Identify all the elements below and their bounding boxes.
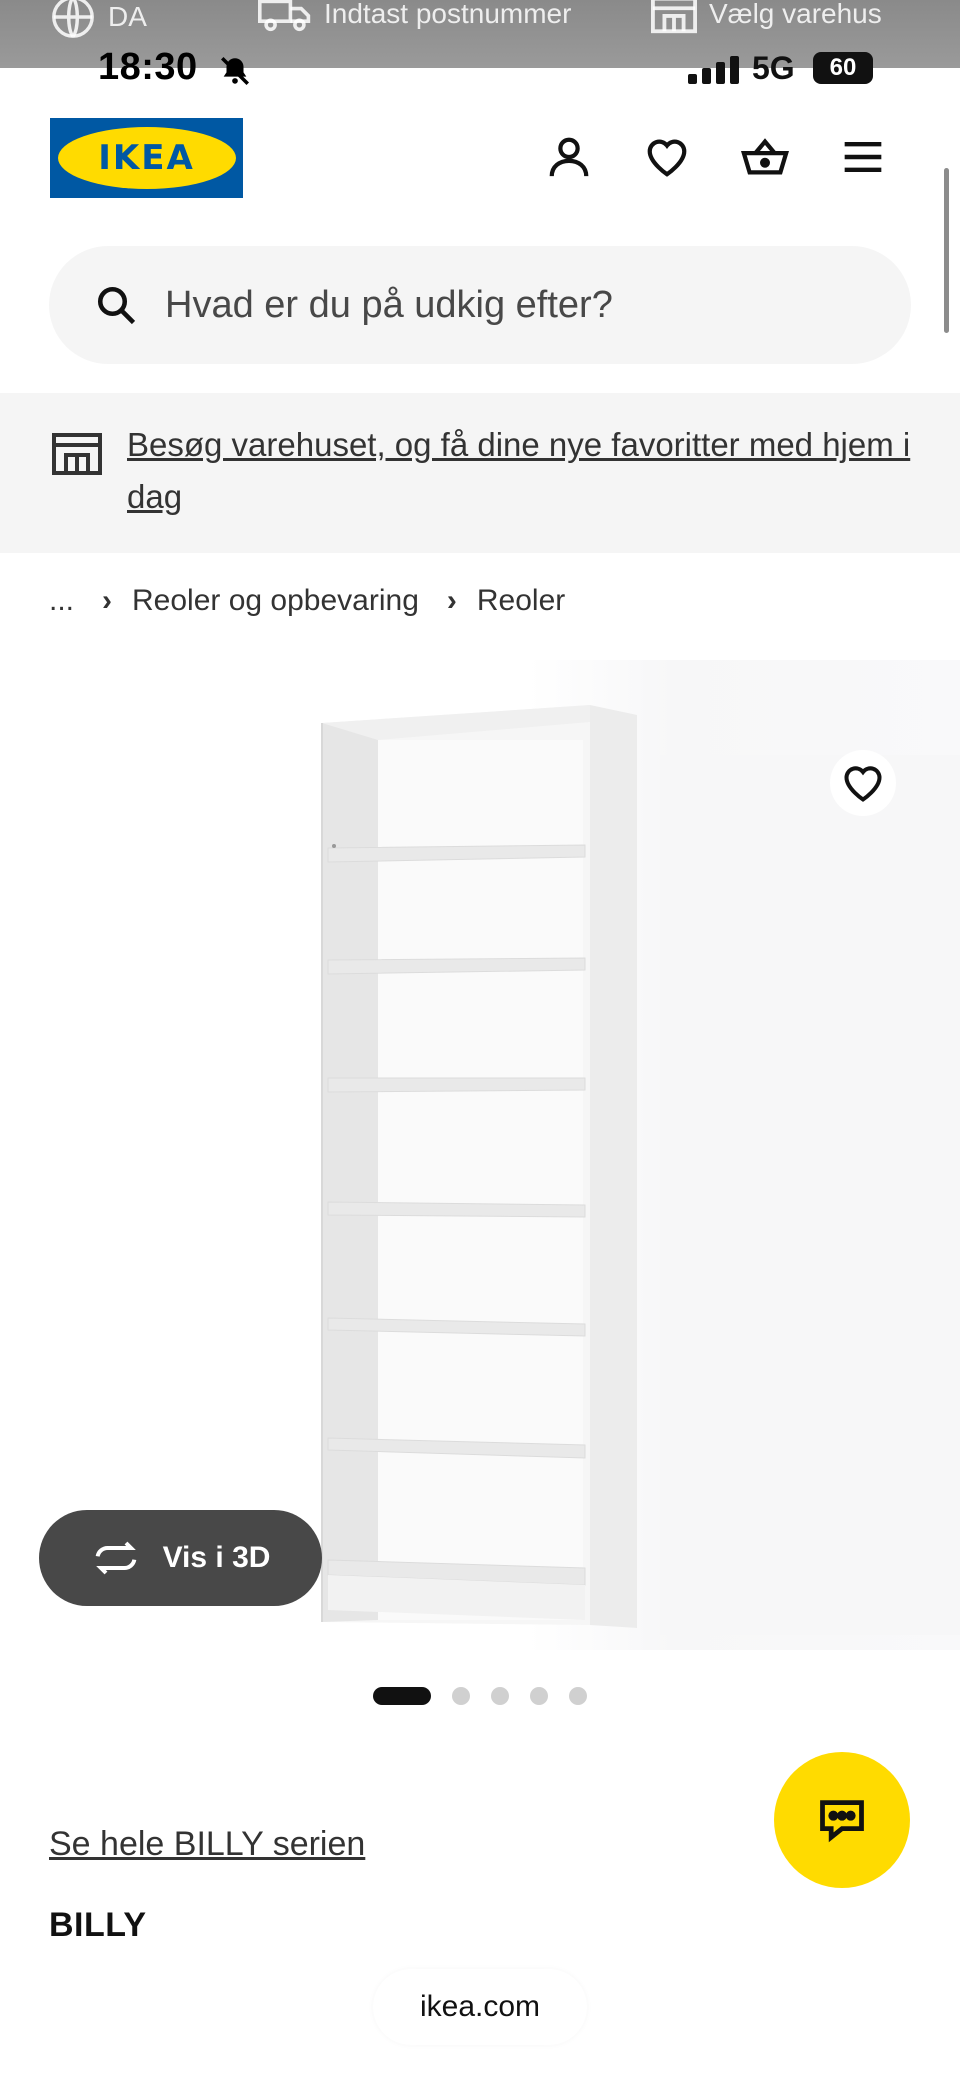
add-to-favourites-button[interactable] [830,750,896,816]
chat-button[interactable] [774,1752,910,1888]
logo-oval: IKEA [57,127,236,189]
rotate-3d-icon [95,1541,136,1575]
heart-icon [647,139,687,177]
carousel-dot[interactable] [569,1687,587,1705]
battery-indicator: 60 [813,52,873,84]
image-carousel-dots [0,1686,960,1706]
truck-icon [258,0,311,32]
menu-button[interactable] [838,132,888,182]
basket-icon [741,138,789,175]
carousel-dot[interactable] [530,1687,548,1705]
search-input[interactable] [163,282,847,328]
store-selector[interactable]: Vælg varehus [651,0,882,34]
bell-muted-icon [220,56,250,86]
breadcrumb-item[interactable]: Reoler [477,584,565,618]
favourites-button[interactable] [642,132,692,182]
search-icon [97,286,136,325]
carousel-dot[interactable] [491,1687,509,1705]
carousel-dot[interactable] [373,1687,431,1705]
signal-icon [688,56,739,84]
breadcrumb-item[interactable]: Reoler og opbevaring [132,584,419,618]
basket-button[interactable] [740,132,790,182]
product-name: BILLY [49,1906,147,1944]
account-button[interactable] [544,132,594,182]
store-visit-banner[interactable]: Besøg varehuset, og få dine nye favoritt… [0,393,960,553]
view-in-3d-button[interactable]: Vis i 3D [39,1510,322,1606]
store-icon [651,0,697,34]
heart-icon [844,766,882,802]
series-link[interactable]: Se hele BILLY serien [49,1825,365,1864]
store-icon [52,433,102,475]
globe-icon [52,0,94,38]
menu-icon [844,141,882,173]
ikea-logo[interactable]: IKEA [50,118,243,198]
breadcrumb: ... › Reoler og opbevaring › Reoler [49,584,565,618]
product-image[interactable] [0,660,960,1650]
page-scrollbar[interactable] [944,168,949,333]
breadcrumb-ellipsis[interactable]: ... [49,584,74,618]
view-in-3d-label: Vis i 3D [162,1541,271,1574]
user-icon [549,137,589,177]
network-type: 5G [752,50,795,86]
language-label: DA [108,1,147,32]
postcode-label: Indtast postnummer [324,0,572,29]
logo-text: IKEA [98,138,195,178]
browser-url-bar[interactable]: ikea.com [373,1969,587,2045]
banner-link[interactable]: Besøg varehuset, og få dine nye favoritt… [127,419,917,523]
url-text: ikea.com [419,1990,541,2023]
chevron-right-icon: › [102,584,113,617]
search-bar[interactable] [49,246,911,364]
status-bar: 18:30 5G 60 [0,40,960,100]
chat-icon [820,1800,864,1843]
postcode-selector[interactable]: Indtast postnummer [258,0,571,34]
language-selector[interactable]: DA [50,0,147,40]
clock: 18:30 [98,46,198,88]
chevron-right-icon: › [446,584,457,617]
store-label: Vælg varehus [709,0,882,29]
carousel-dot[interactable] [452,1687,470,1705]
